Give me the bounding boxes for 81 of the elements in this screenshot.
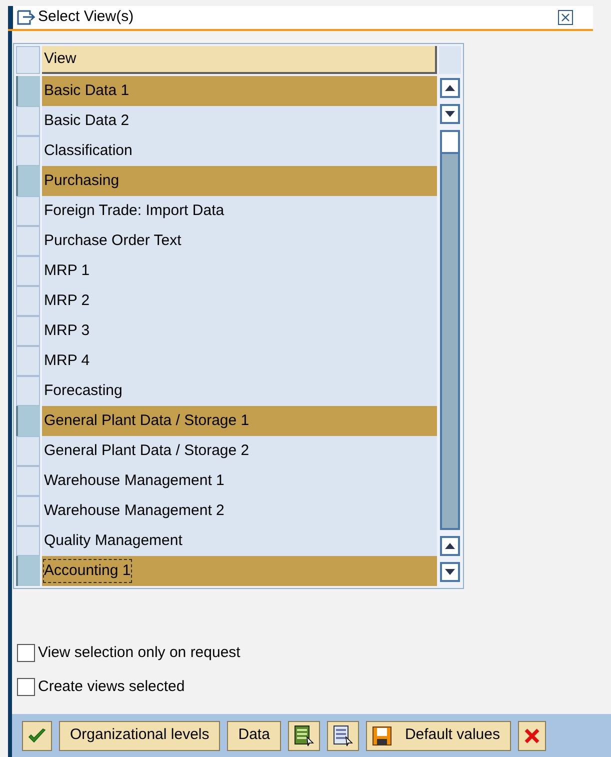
view-name: MRP 3 xyxy=(44,320,90,341)
row-selector[interactable] xyxy=(16,196,40,226)
up-arrow-icon xyxy=(445,85,455,91)
row-selector[interactable] xyxy=(16,526,40,556)
view-name: Purchasing xyxy=(44,170,120,191)
table-cell[interactable]: Accounting 1 xyxy=(42,556,437,586)
up-arrow-icon xyxy=(445,543,455,549)
view-name: Foreign Trade: Import Data xyxy=(44,200,224,221)
checkbox-label: View selection only on request xyxy=(38,643,240,663)
checkmark-icon xyxy=(28,728,46,744)
row-selector[interactable] xyxy=(16,166,40,196)
icon-button[interactable] xyxy=(288,720,320,750)
row-selector[interactable] xyxy=(16,76,40,106)
checkbox-label: Create views selected xyxy=(38,676,185,696)
view-name: Classification xyxy=(44,140,132,161)
row-selector[interactable] xyxy=(16,136,40,166)
row-selector[interactable] xyxy=(16,466,40,496)
table-cell[interactable]: Basic Data 1 xyxy=(42,76,437,106)
close-icon xyxy=(524,728,540,744)
title-bar-accent xyxy=(8,6,13,29)
view-name: MRP 4 xyxy=(44,350,90,371)
table-cell[interactable]: Foreign Trade: Import Data xyxy=(42,196,437,226)
list-pointer-icon xyxy=(332,724,353,746)
view-name: Warehouse Management 2 xyxy=(44,500,224,521)
close-icon xyxy=(561,13,570,22)
icon-button[interactable] xyxy=(326,720,359,750)
list-pointer-icon xyxy=(294,724,314,746)
toolbar-button[interactable]: Data xyxy=(227,720,281,750)
view-name: Accounting 1 xyxy=(44,560,131,582)
row-selector[interactable] xyxy=(16,376,40,406)
row-selector[interactable] xyxy=(16,556,40,586)
row-selector[interactable] xyxy=(16,436,40,466)
scroll-down-button[interactable] xyxy=(440,104,460,124)
table-cell[interactable]: Warehouse Management 2 xyxy=(42,496,437,526)
view-name: Purchase Order Text xyxy=(44,230,182,251)
table-cell[interactable]: Purchasing xyxy=(42,166,437,196)
checkbox[interactable] xyxy=(17,678,35,696)
view-name: Warehouse Management 1 xyxy=(44,470,224,491)
row-selector[interactable] xyxy=(16,106,40,136)
icon-button[interactable] xyxy=(22,720,52,750)
view-name: Basic Data 1 xyxy=(44,80,130,101)
row-selector[interactable] xyxy=(16,316,40,346)
scroll-up-button[interactable] xyxy=(440,536,460,556)
toolbar-button[interactable]: Default values xyxy=(366,720,511,750)
view-name: General Plant Data / Storage 1 xyxy=(44,410,250,431)
table-cell[interactable]: MRP 3 xyxy=(42,316,437,346)
row-selector[interactable] xyxy=(16,286,40,316)
row-selector[interactable] xyxy=(16,406,40,436)
scrollbar[interactable] xyxy=(440,130,460,530)
table-cell[interactable]: General Plant Data / Storage 1 xyxy=(42,406,437,436)
row-selector[interactable] xyxy=(16,256,40,286)
table-cell[interactable]: General Plant Data / Storage 2 xyxy=(42,436,437,466)
table-cell[interactable]: Forecasting xyxy=(42,376,437,406)
table-cell[interactable]: MRP 2 xyxy=(42,286,437,316)
view-name: General Plant Data / Storage 2 xyxy=(44,440,250,461)
table-cell[interactable]: MRP 4 xyxy=(42,346,437,376)
column-header[interactable]: View xyxy=(42,46,437,74)
table-cell[interactable]: Classification xyxy=(42,136,437,166)
select-all-cell[interactable] xyxy=(16,46,40,74)
table-cell[interactable]: Warehouse Management 1 xyxy=(42,466,437,496)
close-button[interactable] xyxy=(558,10,573,25)
view-name: MRP 1 xyxy=(44,260,90,281)
row-selector[interactable] xyxy=(16,496,40,526)
table-cell[interactable]: Quality Management xyxy=(42,526,437,556)
down-arrow-icon xyxy=(445,111,455,117)
window-icon xyxy=(17,10,35,26)
row-selector[interactable] xyxy=(16,346,40,376)
window-title: Select View(s) xyxy=(38,7,134,28)
down-arrow-icon xyxy=(445,569,455,575)
table-cell[interactable]: Basic Data 2 xyxy=(42,106,437,136)
view-name: Basic Data 2 xyxy=(44,110,130,131)
table-cell[interactable]: MRP 1 xyxy=(42,256,437,286)
toolbar-button[interactable]: Organizational levels xyxy=(59,720,220,750)
view-name: Quality Management xyxy=(44,530,182,551)
row-selector[interactable] xyxy=(16,226,40,256)
scroll-up-button[interactable] xyxy=(440,78,460,98)
checkbox[interactable] xyxy=(17,644,35,662)
table-cell[interactable]: Purchase Order Text xyxy=(42,226,437,256)
scroll-down-button[interactable] xyxy=(440,562,460,582)
view-name: MRP 2 xyxy=(44,290,90,311)
view-name: Forecasting xyxy=(44,380,122,401)
